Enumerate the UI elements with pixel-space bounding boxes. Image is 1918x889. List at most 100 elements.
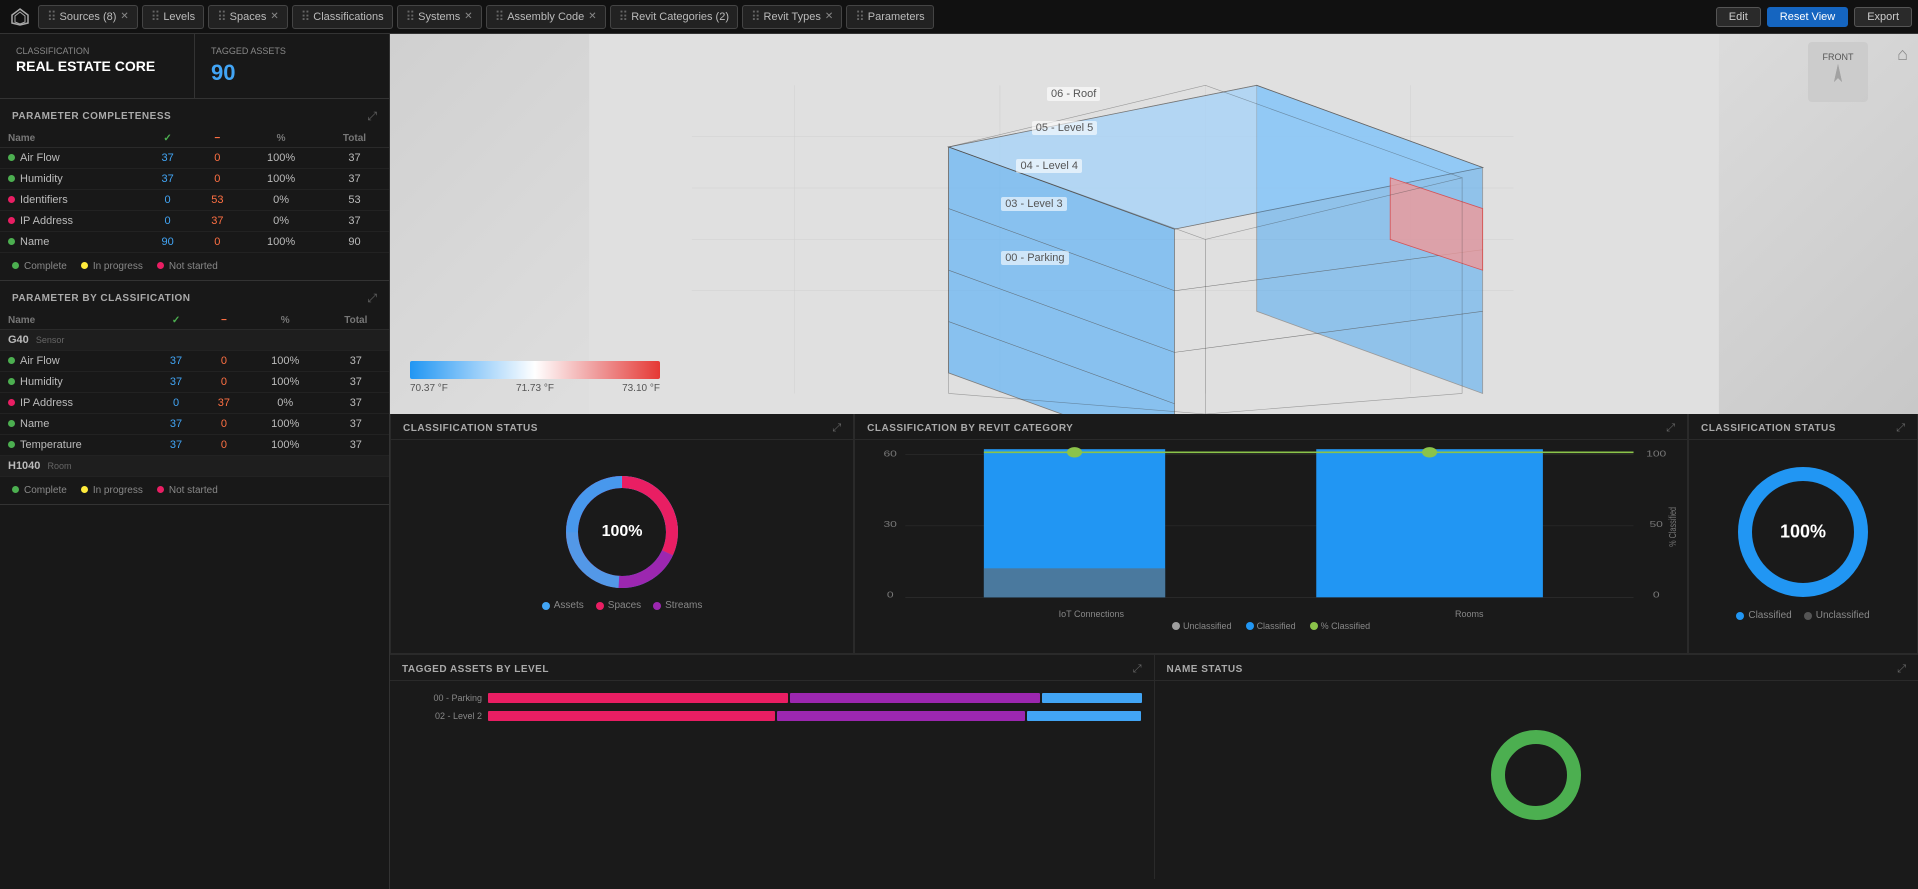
app-logo[interactable] <box>6 3 34 31</box>
classification-status-right-panel: CLASSIFICATION STATUS ⤢ 100% Classified <box>1688 414 1918 654</box>
donut-legend: Assets Spaces Streams <box>542 600 703 611</box>
tab-parameters-label: Parameters <box>868 11 925 23</box>
tab-sources[interactable]: ⠿ Sources (8) ✕ <box>38 5 138 29</box>
tab-spaces[interactable]: ⠿ Spaces ✕ <box>208 5 288 29</box>
bar-parking-3 <box>1042 693 1142 703</box>
tab-assembly-label: Assembly Code <box>507 11 584 23</box>
tagged-assets-level-header: TAGGED ASSETS BY LEVEL ⤢ <box>390 655 1154 681</box>
col-minus: − <box>192 130 242 148</box>
param-total: 53 <box>320 190 389 211</box>
tab-levels[interactable]: ⠿ Levels <box>142 5 204 29</box>
param-minus2: 0 <box>200 414 248 435</box>
tab-systems[interactable]: ⠿ Systems ✕ <box>397 5 482 29</box>
tab-systems-close[interactable]: ✕ <box>464 11 472 22</box>
tagged-assets-level-title: TAGGED ASSETS BY LEVEL <box>402 664 549 675</box>
legend-streams-dot <box>653 602 661 610</box>
col-name: Name <box>0 130 143 148</box>
bottom-panels: CLASSIFICATION STATUS ⤢ <box>390 414 1918 654</box>
tagged-assets-level-expand[interactable]: ⤢ <box>1133 663 1142 676</box>
tab-revit-types-label: Revit Types <box>764 11 821 23</box>
tab-spaces-close[interactable]: ✕ <box>270 11 278 22</box>
table-row: IP Address 0 37 0% 37 <box>0 211 389 232</box>
tagged-assets-summary: TAGGED ASSETS 90 <box>195 34 389 98</box>
tab-revit-types-close[interactable]: ✕ <box>825 11 833 22</box>
left-panel: CLASSIFICATION REAL ESTATE CORE TAGGED A… <box>0 34 390 889</box>
param-name: Name <box>0 232 143 253</box>
tab-parameters[interactable]: ⠿ Parameters <box>846 5 933 29</box>
expand-icon2[interactable]: ⤢ <box>367 291 377 306</box>
legend-unclassified2: Unclassified <box>1804 610 1870 621</box>
col-minus2: − <box>200 312 248 330</box>
classification-status-panel: CLASSIFICATION STATUS ⤢ <box>390 414 854 654</box>
col-pct: % <box>242 130 320 148</box>
unclassified-dot2 <box>1804 612 1812 620</box>
classification-label: CLASSIFICATION <box>16 46 178 56</box>
tab-dots4: ⠿ <box>301 9 310 25</box>
param-classification-table: Name ✓ − % Total G40 Sensor Air Flow 37 … <box>0 312 389 477</box>
table-row: Humidity 37 0 100% 37 <box>0 169 389 190</box>
tab-revit-cat-label: Revit Categories (2) <box>631 11 729 23</box>
param-minus: 37 <box>192 211 242 232</box>
param-check: 37 <box>143 169 193 190</box>
colorbar-gradient <box>410 361 660 379</box>
bar-parking-2 <box>790 693 1040 703</box>
classification-by-revit-expand[interactable]: ⤢ <box>1666 422 1675 435</box>
level-bar-parking: 00 - Parking <box>402 693 1142 703</box>
3d-viewer[interactable]: 06 - Roof 05 - Level 5 04 - Level 4 03 -… <box>390 34 1918 414</box>
name-status-panel: NAME STATUS ⤢ <box>1155 655 1918 879</box>
classification-status-right-title: CLASSIFICATION STATUS <box>1701 423 1836 434</box>
viewer-home-icon[interactable]: ⌂ <box>1897 44 1908 65</box>
tab-spaces-label: Spaces <box>230 11 267 23</box>
level-bars: 00 - Parking 02 - Level 2 <box>402 693 1142 721</box>
table-row: Name 90 0 100% 90 <box>0 232 389 253</box>
col-check2: ✓ <box>152 312 200 330</box>
param-completeness-header: PARAMETER COMPLETENESS ⤢ <box>0 99 389 130</box>
tab-revit-categories[interactable]: ⠿ Revit Categories (2) <box>610 5 738 29</box>
tab-revit-types[interactable]: ⠿ Revit Types ✕ <box>742 5 842 29</box>
donut-pct-label: 100% <box>602 523 643 541</box>
level-bar-parking-bars <box>488 693 1142 703</box>
legend-assets-label: Assets <box>554 600 584 611</box>
edit-button[interactable]: Edit <box>1716 7 1761 27</box>
export-button[interactable]: Export <box>1854 7 1912 27</box>
col-total: Total <box>320 130 389 148</box>
group-row: G40 Sensor <box>0 330 389 351</box>
param-minus: 0 <box>192 148 242 169</box>
param-minus: 0 <box>192 232 242 253</box>
classification-status-header: CLASSIFICATION STATUS ⤢ <box>391 414 853 440</box>
param-check: 0 <box>143 211 193 232</box>
tab-assembly-code[interactable]: ⠿ Assembly Code ✕ <box>486 5 606 29</box>
donut-right-container: 100% Classified Unclassified <box>1689 440 1917 643</box>
bar-parking-1 <box>488 693 788 703</box>
classification-by-revit-title: CLASSIFICATION BY REVIT CATEGORY <box>867 423 1073 434</box>
bar-rooms-classified <box>1316 449 1543 597</box>
classification-status-right-expand[interactable]: ⤢ <box>1896 422 1905 435</box>
reset-view-button[interactable]: Reset View <box>1767 7 1848 27</box>
topbar-actions: Edit Reset View Export <box>1716 7 1912 27</box>
param-total2: 37 <box>323 393 389 414</box>
tab-dots3: ⠿ <box>217 9 226 25</box>
tab-dots7: ⠿ <box>619 9 628 25</box>
tagged-label: TAGGED ASSETS <box>211 46 373 56</box>
group-row: H1040 Room <box>0 456 389 477</box>
name-status-expand[interactable]: ⤢ <box>1897 663 1906 676</box>
bar-legend-classified: Classified <box>1246 621 1296 631</box>
x-label-iot: IoT Connections <box>1059 609 1124 619</box>
tab-assembly-close[interactable]: ✕ <box>588 11 596 22</box>
tab-sources-close[interactable]: ✕ <box>120 11 128 22</box>
expand-icon[interactable]: ⤢ <box>367 109 377 124</box>
level-bar-level2-bars <box>488 711 1142 721</box>
name-status-header: NAME STATUS ⤢ <box>1155 655 1918 681</box>
tagged-assets-level-content: 00 - Parking 02 - Level 2 <box>390 681 1154 869</box>
param-check: 90 <box>143 232 193 253</box>
svg-text:30: 30 <box>884 520 898 529</box>
param-total: 37 <box>320 148 389 169</box>
bar-legend-pct: % Classified <box>1310 621 1371 631</box>
legend-streams-label: Streams <box>665 600 702 611</box>
svg-text:60: 60 <box>884 450 898 459</box>
classification-status-expand[interactable]: ⤢ <box>832 422 841 435</box>
tab-classifications[interactable]: ⠿ Classifications <box>292 5 393 29</box>
legend-classified-label: Classified <box>1748 610 1791 621</box>
group-label: G40 Sensor <box>0 330 389 351</box>
classification-summary: CLASSIFICATION REAL ESTATE CORE <box>0 34 195 98</box>
